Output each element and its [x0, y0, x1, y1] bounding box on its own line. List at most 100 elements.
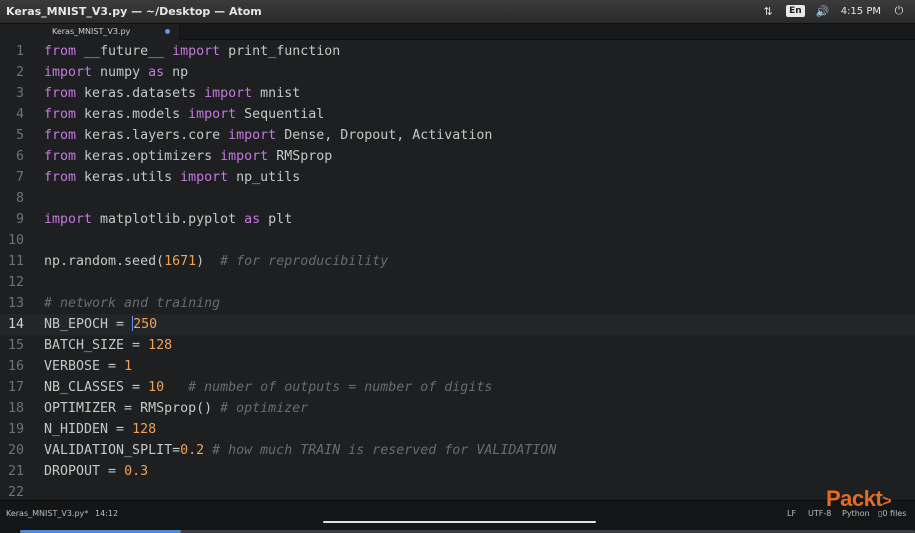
code-line[interactable]: 1 from __future__ import print_function: [0, 41, 915, 62]
code-keyword: import: [188, 106, 237, 122]
window-titlebar: Keras_MNIST_V3.py — ~/Desktop — Atom ⇅ E…: [0, 0, 915, 24]
code-text: plt: [260, 211, 293, 227]
line-number[interactable]: 15: [0, 335, 24, 356]
tab-keras-mnist[interactable]: Keras_MNIST_V3.py: [0, 24, 180, 40]
code-number: 1: [124, 358, 133, 374]
line-code: DROPOUT = 0.3: [44, 461, 148, 482]
code-line[interactable]: 17 NB_CLASSES = 10 # number of outputs = …: [0, 377, 915, 398]
code-keyword: import: [220, 148, 269, 164]
code-line[interactable]: 9 import matplotlib.pyplot as plt: [0, 209, 915, 230]
code-line[interactable]: 20 VALIDATION_SPLIT=0.2 # how much TRAIN …: [0, 440, 915, 461]
code-line[interactable]: 11 np.random.seed(1671) # for reproducibi…: [0, 251, 915, 272]
line-number[interactable]: 10: [0, 230, 24, 251]
code-line[interactable]: 19 N_HIDDEN = 128: [0, 419, 915, 440]
line-code: OPTIMIZER = RMSprop() # optimizer: [44, 398, 308, 419]
code-text: keras.models: [76, 106, 189, 122]
status-cursor-position[interactable]: 14:12: [95, 509, 118, 518]
code-line[interactable]: 12: [0, 272, 915, 293]
line-number[interactable]: 13: [0, 293, 24, 314]
line-number[interactable]: 18: [0, 398, 24, 419]
code-keyword: import: [44, 64, 93, 80]
tab-label: Keras_MNIST_V3.py: [52, 27, 131, 36]
code-text: VERBOSE =: [44, 358, 125, 374]
code-number: 128: [132, 421, 157, 437]
code-number: 1671: [164, 253, 197, 269]
status-bar: Keras_MNIST_V3.py* 14:12 LF UTF-8 Python…: [0, 500, 915, 533]
code-text: keras.optimizers: [76, 148, 221, 164]
line-number[interactable]: 7: [0, 167, 24, 188]
packt-logo: Packt>: [826, 486, 892, 512]
line-code: BATCH_SIZE = 128: [44, 335, 172, 356]
code-line[interactable]: 8: [0, 188, 915, 209]
line-code: import numpy as np: [44, 62, 188, 83]
line-number[interactable]: 14: [0, 314, 24, 335]
window-title: Keras_MNIST_V3.py — ~/Desktop — Atom: [6, 5, 262, 18]
code-editor[interactable]: 1 from __future__ import print_function 2 i…: [0, 40, 915, 500]
line-number[interactable]: 12: [0, 272, 24, 293]
line-number[interactable]: 11: [0, 251, 24, 272]
line-number[interactable]: 9: [0, 209, 24, 230]
code-text: DROPOUT =: [44, 463, 125, 479]
line-code: NB_EPOCH = 250: [44, 314, 157, 335]
line-number[interactable]: 17: [0, 377, 24, 398]
code-line[interactable]: 10: [0, 230, 915, 251]
code-line[interactable]: 13 # network and training: [0, 293, 915, 314]
code-keyword: from: [44, 43, 77, 59]
code-keyword: from: [44, 127, 77, 143]
network-icon[interactable]: ⇅: [760, 4, 776, 18]
line-number[interactable]: 22: [0, 482, 24, 501]
line-number[interactable]: 5: [0, 125, 24, 146]
code-text: keras.utils: [76, 169, 181, 185]
code-text: VALIDATION_SPLIT=: [44, 442, 181, 458]
line-number[interactable]: 3: [0, 83, 24, 104]
line-code: import matplotlib.pyplot as plt: [44, 209, 292, 230]
code-text: NB_EPOCH =: [44, 316, 133, 332]
modified-indicator-icon[interactable]: [165, 29, 170, 34]
line-number[interactable]: 21: [0, 461, 24, 482]
code-line[interactable]: 7 from keras.utils import np_utils: [0, 167, 915, 188]
line-number[interactable]: 19: [0, 419, 24, 440]
code-line[interactable]: 14 NB_EPOCH = 250: [0, 313, 915, 335]
code-line[interactable]: 21 DROPOUT = 0.3: [0, 461, 915, 482]
keyboard-language-indicator[interactable]: En: [786, 5, 805, 17]
code-text: ): [196, 253, 221, 269]
code-keyword: import: [180, 169, 229, 185]
code-text: __future__: [76, 43, 173, 59]
code-keyword: from: [44, 148, 77, 164]
code-line[interactable]: 22: [0, 482, 915, 501]
line-number[interactable]: 8: [0, 188, 24, 209]
volume-icon[interactable]: 🔊: [815, 4, 831, 18]
line-code: # network and training: [44, 293, 220, 314]
code-line[interactable]: 2 import numpy as np: [0, 62, 915, 83]
clock[interactable]: 4:15 PM: [841, 6, 881, 17]
line-number[interactable]: 1: [0, 41, 24, 62]
tab-bar: Keras_MNIST_V3.py: [0, 24, 915, 40]
code-line[interactable]: 18 OPTIMIZER = RMSprop() # optimizer: [0, 398, 915, 419]
line-code: N_HIDDEN = 128: [44, 419, 156, 440]
code-line[interactable]: 5 from keras.layers.core import Dense, Dr…: [0, 125, 915, 146]
line-number[interactable]: 16: [0, 356, 24, 377]
line-code: from keras.optimizers import RMSprop: [44, 146, 332, 167]
line-code: np.random.seed(1671) # for reproducibili…: [44, 251, 388, 272]
code-line[interactable]: 6 from keras.optimizers import RMSprop: [0, 146, 915, 167]
code-line[interactable]: 3 from keras.datasets import mnist: [0, 83, 915, 104]
line-number[interactable]: 2: [0, 62, 24, 83]
line-code: VALIDATION_SPLIT=0.2 # how much TRAIN is…: [44, 440, 556, 461]
line-number[interactable]: 4: [0, 104, 24, 125]
power-icon[interactable]: ⏻: [891, 4, 907, 18]
code-keyword: from: [44, 106, 77, 122]
code-text: print_function: [220, 43, 341, 59]
code-number: 128: [148, 337, 173, 353]
horizontal-scrollbar[interactable]: [323, 521, 596, 523]
line-number[interactable]: 6: [0, 146, 24, 167]
status-file-path[interactable]: Keras_MNIST_V3.py*: [6, 509, 88, 518]
status-line-ending[interactable]: LF: [787, 509, 796, 518]
line-code: from keras.datasets import mnist: [44, 83, 300, 104]
code-line[interactable]: 4 from keras.models import Sequential: [0, 104, 915, 125]
line-number[interactable]: 20: [0, 440, 24, 461]
code-line[interactable]: 16 VERBOSE = 1: [0, 356, 915, 377]
code-text: keras.datasets: [76, 85, 205, 101]
code-line[interactable]: 15 BATCH_SIZE = 128: [0, 335, 915, 356]
code-text: NB_CLASSES =: [44, 379, 149, 395]
